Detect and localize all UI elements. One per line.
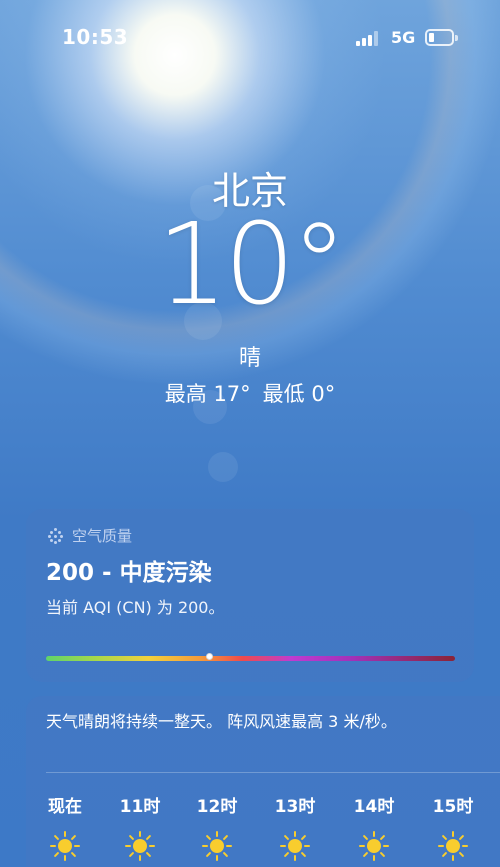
sun-ray xyxy=(300,834,307,841)
sun-ray xyxy=(294,855,296,861)
sun-ray xyxy=(280,845,286,847)
sun-ray xyxy=(359,845,365,847)
air-quality-card[interactable]: 空气质量 200 - 中度污染 当前 AQI (CN) 为 200。 xyxy=(26,509,474,682)
sun-core xyxy=(367,839,381,853)
sun-icon xyxy=(438,831,468,861)
sun-ray xyxy=(462,845,468,847)
current-temperature: 10° xyxy=(156,200,348,330)
hourly-forecast-card[interactable]: 天气晴朗将持续一整天。 阵风风速最高 3 米/秒。 现在 11时 12时 13时… xyxy=(26,696,500,867)
sun-ray xyxy=(379,851,386,858)
hour-item[interactable]: 12时 xyxy=(187,792,247,861)
hour-label: 14时 xyxy=(353,797,395,817)
sun-ray xyxy=(128,834,135,841)
sun-core xyxy=(58,839,72,853)
sun-ray xyxy=(452,831,454,837)
hour-label: 现在 xyxy=(48,797,82,817)
hour-label: 11时 xyxy=(119,797,161,817)
battery-tip xyxy=(455,35,458,41)
sun-ray xyxy=(300,851,307,858)
hour-item[interactable]: 13时 xyxy=(265,792,325,861)
sun-ray xyxy=(283,834,290,841)
hour-label: 12时 xyxy=(196,797,238,817)
sun-icon xyxy=(125,831,155,861)
aqi-indicator xyxy=(206,653,213,660)
sun-ray xyxy=(53,851,60,858)
sun-ray xyxy=(441,834,448,841)
sun-ray xyxy=(139,831,141,837)
air-quality-icon xyxy=(48,527,64,544)
hour-item[interactable]: 现在 xyxy=(35,792,95,861)
sun-ray xyxy=(202,845,208,847)
air-quality-header: 空气质量 xyxy=(48,525,132,546)
sun-ray xyxy=(64,855,66,861)
high-low-temperature: 最高 17° 最低 0° xyxy=(0,378,500,408)
sun-ray xyxy=(216,855,218,861)
sun-ray xyxy=(149,845,155,847)
sun-ray xyxy=(145,834,152,841)
divider xyxy=(46,772,500,773)
sun-ray xyxy=(294,831,296,837)
hour-item[interactable]: 14时 xyxy=(344,792,404,861)
sun-ray xyxy=(304,845,310,847)
aqi-description: 当前 AQI (CN) 为 200。 xyxy=(46,598,225,617)
sun-icon xyxy=(280,831,310,861)
sun-ray xyxy=(452,855,454,861)
sun-ray xyxy=(362,834,369,841)
weather-condition: 晴 xyxy=(238,346,261,371)
low-temperature: 最低 0° xyxy=(262,382,336,406)
sun-ray xyxy=(441,851,448,858)
sun-ray xyxy=(283,851,290,858)
hour-item[interactable]: 15时 xyxy=(423,792,483,861)
forecast-summary: 天气晴朗将持续一整天。 阵风风速最高 3 米/秒。 xyxy=(46,712,397,731)
battery-icon xyxy=(425,29,454,46)
sun-ray xyxy=(145,851,152,858)
sun-ray xyxy=(438,845,444,847)
sun-ray xyxy=(383,845,389,847)
sun-ray xyxy=(64,831,66,837)
sun-ray xyxy=(222,834,229,841)
hour-item[interactable]: 11时 xyxy=(110,792,170,861)
sun-ray xyxy=(70,851,77,858)
sun-ray xyxy=(50,845,56,847)
sun-ray xyxy=(128,851,135,858)
sun-ray xyxy=(226,845,232,847)
hour-label: 15时 xyxy=(432,797,474,817)
sun-ray xyxy=(205,851,212,858)
network-type: 5G xyxy=(391,28,416,47)
sun-icon xyxy=(202,831,232,861)
sun-ray xyxy=(205,834,212,841)
sun-icon xyxy=(50,831,80,861)
sun-ray xyxy=(139,855,141,861)
aqi-title: 200 - 中度污染 xyxy=(46,560,212,586)
status-bar: 10:53 5G xyxy=(0,0,500,70)
sun-ray xyxy=(373,855,375,861)
sun-ray xyxy=(458,851,465,858)
lens-flare xyxy=(208,452,238,482)
sun-ray xyxy=(125,845,131,847)
aqi-scale-bar xyxy=(46,656,455,661)
high-temperature: 最高 17° xyxy=(164,382,251,406)
sun-ray xyxy=(70,834,77,841)
sun-ray xyxy=(379,834,386,841)
sun-ray xyxy=(216,831,218,837)
air-quality-label: 空气质量 xyxy=(72,527,133,545)
sun-core xyxy=(288,839,302,853)
sun-ray xyxy=(362,851,369,858)
status-time: 10:53 xyxy=(62,25,129,49)
sun-ray xyxy=(74,845,80,847)
cellular-signal-icon xyxy=(356,30,382,46)
sun-ray xyxy=(458,834,465,841)
sun-ray xyxy=(373,831,375,837)
sun-core xyxy=(446,839,460,853)
sun-core xyxy=(133,839,147,853)
sun-ray xyxy=(222,851,229,858)
sun-core xyxy=(210,839,224,853)
sun-icon xyxy=(359,831,389,861)
hour-label: 13时 xyxy=(274,797,316,817)
sun-ray xyxy=(53,834,60,841)
